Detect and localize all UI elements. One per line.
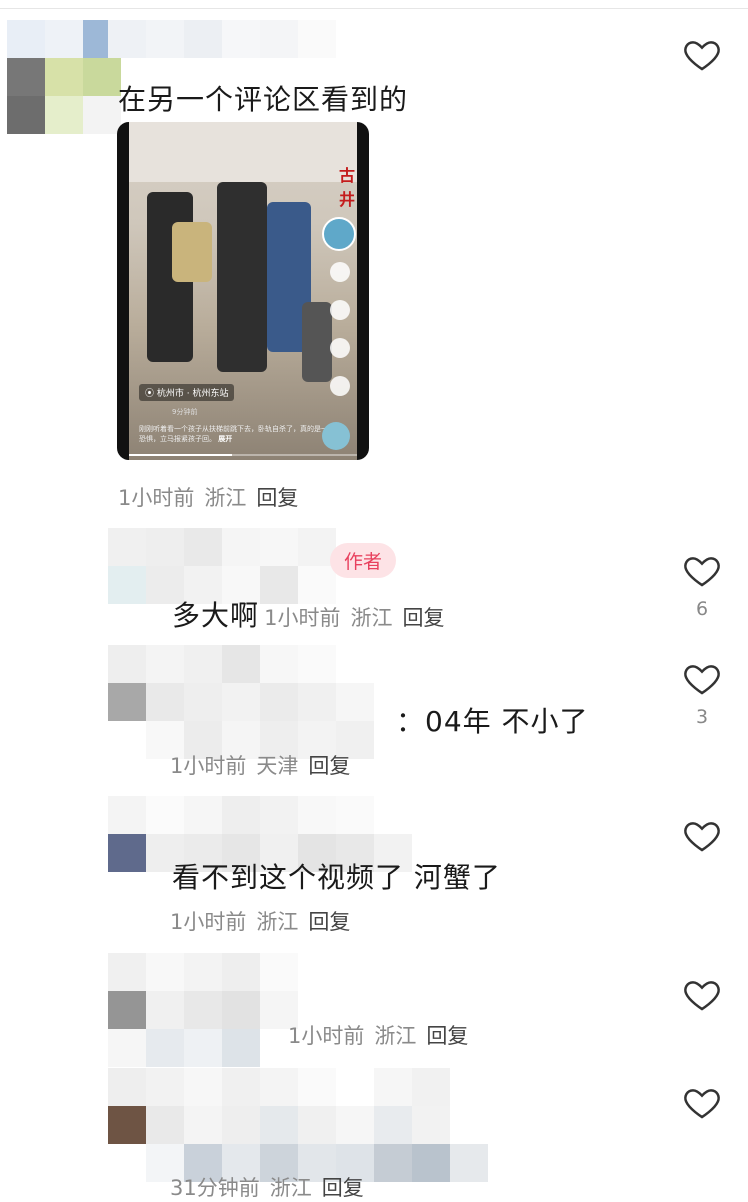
username-pixelated[interactable] [146, 953, 298, 1067]
like-button[interactable] [682, 658, 722, 698]
comment-line: 多大啊 1小时前 浙江 回复 [172, 594, 454, 634]
backpack [172, 222, 212, 282]
comment-region: 浙江 [204, 486, 247, 510]
heart-outline-icon [684, 557, 720, 587]
comment-meta: 1小时前 浙江 回复 [288, 1020, 478, 1050]
username-pixelated[interactable] [146, 528, 336, 604]
avatar-pixelated[interactable] [108, 796, 146, 872]
comment-meta: 1小时前 浙江 回复 [264, 606, 454, 630]
heart-outline-icon [684, 41, 720, 71]
heart-outline-icon [684, 822, 720, 852]
comment-time: 1小时前 [170, 910, 247, 934]
reply-button[interactable]: 回复 [426, 1024, 468, 1048]
heart-outline-icon [684, 981, 720, 1011]
comment-meta: 1小时前 浙江 回复 [118, 482, 308, 512]
comment-time: 1小时前 [170, 754, 247, 778]
comment-region: 浙江 [269, 1176, 312, 1200]
comment-meta: 31分钟前 浙江 回复 [170, 1172, 374, 1202]
video-side-actions [327, 262, 353, 414]
username-pixelated[interactable] [146, 1068, 488, 1182]
comment-text: ：04年 不小了 [396, 705, 589, 738]
like-button[interactable] [682, 550, 722, 590]
video-caption: 刚刚听着看一个孩子从扶梯前跳下去，卧轨自杀了，真的是一种恐惧，立马报紧孩子回。 … [139, 425, 335, 443]
reply-button[interactable]: 回复 [322, 1176, 364, 1200]
reply-button[interactable]: 回复 [308, 754, 350, 778]
avatar-pixelated[interactable] [7, 20, 121, 134]
like-button[interactable] [682, 34, 722, 74]
location-pin-icon: ⦿ [145, 389, 157, 399]
video-location: ⦿ 杭州市 · 杭州东站 [139, 384, 235, 401]
heart-outline-icon [684, 665, 720, 695]
like-button[interactable] [682, 815, 722, 855]
comment-text: 看不到这个视频了 河蟹了 [172, 861, 501, 894]
comment-meta: 1小时前 浙江 回复 [170, 906, 360, 936]
comment-time: 1小时前 [288, 1024, 365, 1048]
like-button[interactable] [682, 1082, 722, 1122]
comment-time: 1小时前 [118, 486, 195, 510]
username-pixelated[interactable] [108, 20, 336, 58]
video-time: 9分钟前 [172, 408, 198, 416]
comment-time: 31分钟前 [170, 1176, 260, 1200]
comment-meta: 1小时前 天津 回复 [170, 750, 360, 780]
comment-region: 浙江 [374, 1024, 417, 1048]
avatar-pixelated[interactable] [108, 953, 146, 1067]
avatar-pixelated[interactable] [108, 1068, 146, 1144]
comment-text: 在另一个评论区看到的 [118, 83, 409, 116]
top-divider [0, 0, 748, 9]
heart-icon[interactable] [330, 262, 350, 282]
comment-text: 多大啊 [172, 599, 260, 632]
avatar-pixelated[interactable] [108, 528, 146, 604]
avatar-pixelated[interactable] [108, 645, 146, 721]
share-icon[interactable] [330, 376, 350, 396]
reply-button[interactable]: 回复 [402, 606, 444, 630]
comment-region: 浙江 [350, 606, 393, 630]
video-wall [129, 122, 357, 182]
person-figure [217, 182, 267, 372]
comment-time: 1小时前 [264, 606, 341, 630]
video-thumbnail[interactable]: 古井 ⦿ 杭州市 · 杭州东站 9分钟前 刚刚听着看一个孩子从扶梯前跳下去，卧轨… [117, 122, 369, 460]
video-sign-text: 古井 [339, 166, 356, 209]
reply-button[interactable]: 回复 [256, 486, 298, 510]
music-disc-icon[interactable] [322, 422, 350, 450]
reply-button[interactable]: 回复 [308, 910, 350, 934]
video-progress-bar [129, 454, 357, 456]
like-count: 6 [695, 598, 709, 620]
like-count: 3 [695, 706, 709, 728]
heart-outline-icon [684, 1089, 720, 1119]
video-author-avatar[interactable] [322, 217, 356, 251]
author-badge: 作者 [330, 543, 397, 578]
comment-region: 浙江 [256, 910, 299, 934]
expand-link[interactable]: 展开 [218, 435, 232, 443]
like-button[interactable] [682, 974, 722, 1014]
star-icon[interactable] [330, 338, 350, 358]
comment-icon[interactable] [330, 300, 350, 320]
username-pixelated[interactable] [146, 645, 374, 759]
comment-region: 天津 [256, 754, 299, 778]
